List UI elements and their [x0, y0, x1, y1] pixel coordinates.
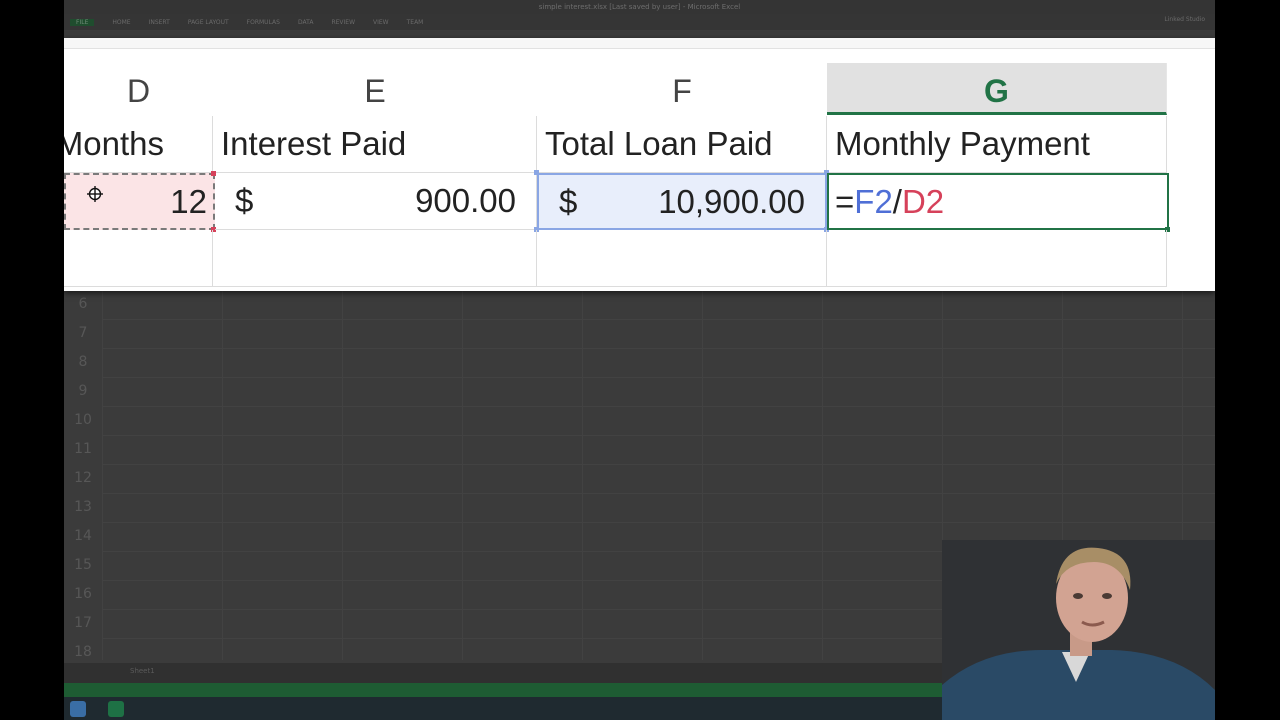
cell-e1-text: Interest Paid — [221, 125, 407, 162]
cell-g1-text: Monthly Payment — [835, 125, 1090, 162]
ribbon-tab-team[interactable]: TEAM — [407, 19, 424, 26]
formula-ref-d2: D2 — [901, 182, 945, 220]
cell-f2-referenced[interactable]: $ 10,900.00 — [537, 173, 827, 230]
ribbon-tab-view[interactable]: VIEW — [373, 19, 389, 26]
row-header[interactable]: 8 — [64, 348, 102, 377]
start-icon[interactable] — [70, 701, 86, 717]
column-header-f[interactable]: F — [537, 63, 828, 115]
window-title: simple interest.xlsx [Last saved by user… — [64, 0, 1215, 14]
ribbon-tab-home[interactable]: HOME — [112, 19, 130, 26]
row-header[interactable]: 16 — [64, 580, 102, 609]
row-header[interactable]: 14 — [64, 522, 102, 551]
row-headers: 6 7 8 9 10 11 12 13 14 15 16 17 18 — [64, 290, 102, 667]
presenter-video — [942, 540, 1215, 720]
row-header[interactable]: 12 — [64, 464, 102, 493]
presenter-webcam — [942, 540, 1215, 720]
cell-e1[interactable]: Interest Paid — [213, 116, 537, 173]
cell-d1-text: Months — [64, 125, 164, 162]
cell-g1[interactable]: Monthly Payment — [827, 116, 1167, 173]
cell-g2-active-edit[interactable]: = F2 / D2 — [827, 173, 1169, 230]
screen: simple interest.xlsx [Last saved by user… — [0, 0, 1280, 720]
cell-f1-text: Total Loan Paid — [545, 125, 773, 162]
zoom-panel: D E F G Months Interest Paid Total Loan … — [64, 38, 1215, 291]
cell-d1[interactable]: Months — [64, 116, 213, 173]
cell-e2[interactable]: $ 900.00 — [215, 173, 537, 230]
row-header[interactable]: 9 — [64, 377, 102, 406]
cell-d3[interactable] — [64, 230, 213, 287]
ribbon-tab-insert[interactable]: INSERT — [149, 19, 170, 26]
formula-equals: = — [835, 182, 855, 220]
ribbon-tab-formulas[interactable]: FORMULAS — [247, 19, 280, 26]
row-header[interactable]: 15 — [64, 551, 102, 580]
ribbon-tabs: FILE HOME INSERT PAGE LAYOUT FORMULAS DA… — [64, 14, 1215, 30]
selection-handle[interactable] — [534, 170, 539, 175]
cell-g3[interactable] — [827, 230, 1167, 287]
excel-icon[interactable] — [108, 701, 124, 717]
row-header[interactable]: 6 — [64, 290, 102, 319]
row-header[interactable]: 17 — [64, 609, 102, 638]
sheet-tab[interactable]: Sheet1 — [130, 667, 155, 675]
row-header[interactable]: 10 — [64, 406, 102, 435]
cell-f1[interactable]: Total Loan Paid — [537, 116, 827, 173]
column-header-e[interactable]: E — [213, 63, 538, 115]
row-header[interactable]: 11 — [64, 435, 102, 464]
cell-e2-currency: $ — [235, 182, 254, 219]
formula-operator: / — [892, 182, 902, 220]
cell-d2-value: 12 — [170, 182, 207, 220]
row-header[interactable]: 13 — [64, 493, 102, 522]
column-header-g[interactable]: G — [827, 63, 1167, 115]
row-header[interactable]: 7 — [64, 319, 102, 348]
cell-e3[interactable] — [213, 230, 537, 287]
cell-f2-value: 10,900.00 — [658, 182, 805, 220]
ribbon-tab-review[interactable]: REVIEW — [331, 19, 355, 26]
move-cursor-icon — [87, 186, 103, 202]
user-name[interactable]: Linked Studio — [1164, 16, 1205, 23]
ribbon-tab-file[interactable]: FILE — [70, 18, 95, 26]
ribbon-tab-data[interactable]: DATA — [298, 19, 313, 26]
ribbon-tab-page-layout[interactable]: PAGE LAYOUT — [188, 19, 229, 26]
cell-f3[interactable] — [537, 230, 827, 287]
cell-f2-currency: $ — [559, 182, 578, 220]
cell-e2-value: 900.00 — [415, 182, 516, 219]
column-header-d[interactable]: D — [64, 63, 214, 115]
formula-ref-f2: F2 — [854, 182, 893, 220]
zoom-panel-edge — [64, 38, 1215, 49]
